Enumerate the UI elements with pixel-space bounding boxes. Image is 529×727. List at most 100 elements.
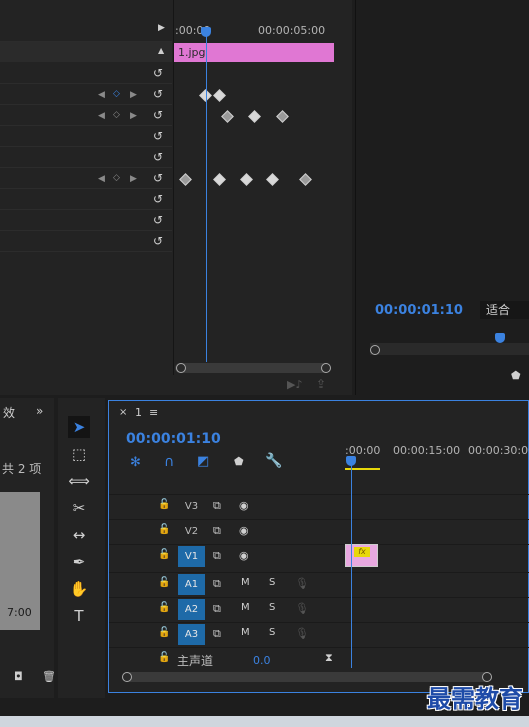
ripple-edit-tool-icon[interactable]: ⟺	[68, 470, 90, 492]
more-panels-icon[interactable]: »	[36, 404, 43, 418]
collapse-up-icon[interactable]: ▲	[158, 46, 164, 55]
sync-lock-icon[interactable]: ⧉	[213, 499, 221, 513]
selection-tool-icon[interactable]: ➤	[68, 416, 90, 438]
timeline-timecode[interactable]: 00:00:01:10	[126, 431, 221, 447]
close-tab-icon[interactable]: ×	[119, 407, 127, 418]
sync-lock-icon[interactable]: ⧉	[213, 577, 221, 591]
slip-tool-icon[interactable]: ↔	[68, 524, 90, 546]
add-keyframe-icon[interactable]: ◇	[113, 173, 120, 183]
lock-icon[interactable]: 🔓	[158, 602, 170, 613]
ec-scrollbar[interactable]	[175, 363, 331, 373]
audio-track-row[interactable]: 🔓 A2 ⧉ M S 🎙	[109, 597, 529, 621]
program-playhead-handle[interactable]	[495, 333, 505, 343]
program-ruler[interactable]	[370, 343, 529, 355]
ruler-handle[interactable]	[370, 345, 380, 355]
lock-icon[interactable]: 🔓	[158, 499, 170, 510]
eye-icon[interactable]: ◉	[239, 524, 249, 537]
track-name[interactable]: A3	[178, 624, 205, 645]
razor-tool-icon[interactable]: ✂	[68, 497, 90, 519]
panel-tab-fragment[interactable]: 效	[3, 404, 15, 421]
scroll-handle-right[interactable]	[321, 363, 331, 373]
mute-button[interactable]: M	[241, 577, 250, 588]
go-to-end-icon[interactable]: ⧗	[325, 651, 333, 665]
prev-keyframe-icon[interactable]: ◀	[98, 90, 105, 100]
lock-icon[interactable]: 🔓	[158, 524, 170, 535]
mic-icon[interactable]: 🎙	[295, 627, 309, 640]
track-name[interactable]: V2	[178, 521, 205, 542]
mute-button[interactable]: M	[241, 602, 250, 613]
track-name[interactable]: A1	[178, 574, 205, 595]
next-keyframe-icon[interactable]: ▶	[130, 90, 137, 100]
sequence-tab[interactable]: 1	[135, 406, 142, 419]
hand-tool-icon[interactable]: ✋	[68, 578, 90, 600]
nest-icon[interactable]: ✻	[130, 455, 141, 470]
audio-track-row[interactable]: 🔓 A1 ⧉ M S 🎙	[109, 572, 529, 596]
prev-keyframe-icon[interactable]: ◀	[98, 174, 105, 184]
ec-playhead-handle[interactable]	[201, 27, 211, 37]
program-timecode[interactable]: 00:00:01:10	[375, 303, 463, 318]
scroll-handle-left[interactable]	[122, 672, 132, 682]
master-track-row[interactable]: 🔓 主声道 0.0 ⧗	[109, 647, 529, 671]
video-track-row[interactable]: 🔓 V3 ⧉ ◉	[109, 494, 529, 518]
clip-thumbnail[interactable]: 7:00	[0, 492, 40, 630]
sync-lock-icon[interactable]: ⧉	[213, 549, 221, 563]
v1-clip[interactable]: fx	[345, 544, 378, 567]
track-name[interactable]: V3	[178, 496, 205, 517]
timeline-playhead-line[interactable]	[351, 458, 352, 668]
reset-icon[interactable]: ↺	[152, 151, 164, 163]
reset-icon[interactable]: ↺	[152, 235, 164, 247]
mic-icon[interactable]: 🎙	[295, 577, 309, 590]
marker-icon[interactable]: ⬟	[511, 369, 521, 382]
reset-icon[interactable]: ↺	[152, 67, 164, 79]
sync-lock-icon[interactable]: ⧉	[213, 524, 221, 538]
reset-icon[interactable]: ↺	[152, 88, 164, 100]
trash-icon[interactable]: 🗑	[42, 670, 56, 683]
zoom-select[interactable]: 适合	[480, 301, 529, 319]
master-volume[interactable]: 0.0	[253, 654, 271, 667]
play-audio-icon[interactable]: ▶♪	[287, 378, 302, 391]
video-track-row[interactable]: 🔓 V1 ⧉ ◉	[109, 544, 529, 568]
track-select-tool-icon[interactable]: ⬚	[68, 443, 90, 465]
reset-icon[interactable]: ↺	[152, 172, 164, 184]
linked-selection-icon[interactable]: ◩	[197, 454, 209, 469]
lock-icon[interactable]: 🔓	[158, 577, 170, 588]
solo-button[interactable]: S	[269, 602, 275, 613]
track-name[interactable]: A2	[178, 599, 205, 620]
snap-icon[interactable]: ∩	[164, 454, 174, 470]
export-icon[interactable]: ⇪	[316, 377, 326, 391]
lock-icon[interactable]: 🔓	[158, 549, 170, 560]
timeline-playhead-handle[interactable]	[346, 456, 356, 466]
next-keyframe-icon[interactable]: ▶	[130, 111, 137, 121]
prev-keyframe-icon[interactable]: ◀	[98, 111, 105, 121]
solo-button[interactable]: S	[269, 627, 275, 638]
mic-icon[interactable]: 🎙	[295, 602, 309, 615]
reset-icon[interactable]: ↺	[152, 214, 164, 226]
eye-icon[interactable]: ◉	[239, 549, 249, 562]
eye-icon[interactable]: ◉	[239, 499, 249, 512]
settings-wrench-icon[interactable]: 🔧	[265, 453, 282, 469]
sync-lock-icon[interactable]: ⧉	[213, 602, 221, 616]
add-marker-icon[interactable]: ⬟	[234, 455, 244, 468]
type-tool-icon[interactable]: T	[68, 605, 90, 627]
next-keyframe-icon[interactable]: ▶	[130, 174, 137, 184]
ec-clip-bar[interactable]: 1.jpg	[174, 43, 334, 62]
new-item-icon[interactable]: ◘	[14, 670, 23, 683]
track-name[interactable]: V1	[178, 546, 205, 567]
scroll-handle-left[interactable]	[176, 363, 186, 373]
audio-track-row[interactable]: 🔓 A3 ⧉ M S 🎙	[109, 622, 529, 646]
reset-icon[interactable]: ↺	[152, 193, 164, 205]
expand-right-icon[interactable]: ▶	[158, 23, 165, 33]
lock-icon[interactable]: 🔓	[158, 627, 170, 638]
tab-menu-icon[interactable]: ≡	[149, 406, 158, 419]
mute-button[interactable]: M	[241, 627, 250, 638]
reset-icon[interactable]: ↺	[152, 130, 164, 142]
lock-icon[interactable]: 🔓	[158, 652, 170, 663]
add-keyframe-icon[interactable]: ◇	[113, 110, 120, 120]
sync-lock-icon[interactable]: ⧉	[213, 627, 221, 641]
add-keyframe-icon[interactable]: ◇	[113, 89, 120, 99]
video-track-row[interactable]: 🔓 V2 ⧉ ◉	[109, 519, 529, 543]
reset-icon[interactable]: ↺	[152, 109, 164, 121]
pen-tool-icon[interactable]: ✒	[68, 551, 90, 573]
ec-playhead-line[interactable]	[206, 32, 207, 362]
solo-button[interactable]: S	[269, 577, 275, 588]
